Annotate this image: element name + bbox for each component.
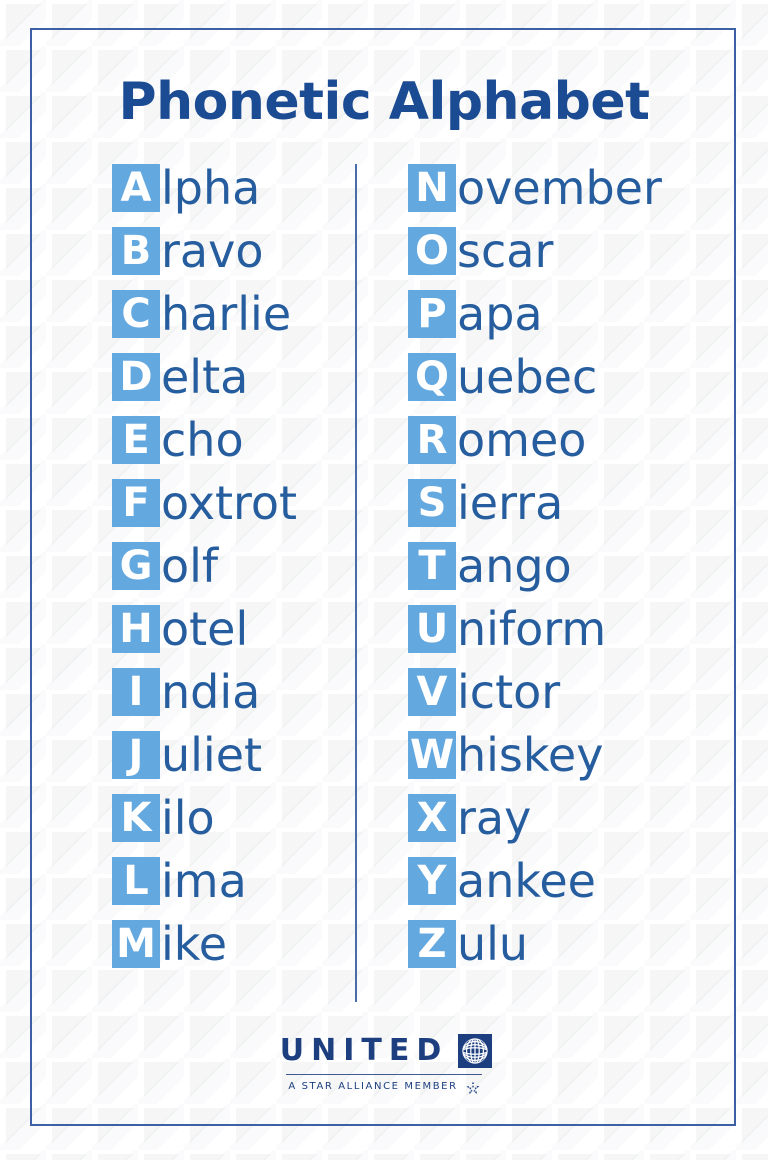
letter-badge-i: I [112, 668, 160, 716]
code-word-remainder: harlie [161, 287, 292, 341]
alphabet-row: Victor [408, 668, 662, 731]
alphabet-row: Echo [112, 416, 297, 479]
letter-badge-k: K [112, 794, 160, 842]
letter-badge-u: U [408, 605, 456, 653]
alphabet-row: Yankee [408, 857, 662, 920]
code-word-remainder: otel [161, 602, 249, 656]
letter-badge-y: Y [408, 857, 456, 905]
page-title: Phonetic Alphabet [118, 72, 651, 132]
star-alliance-tagline: A STAR ALLIANCE MEMBER [288, 1080, 480, 1094]
alphabet-column-right: November Oscar Papa Quebec Romeo Sierra Tango U… [408, 164, 662, 983]
letter-badge-o: O [408, 227, 456, 275]
code-word-remainder: ima [161, 854, 247, 908]
code-word-remainder: elta [161, 350, 249, 404]
code-word-remainder: lpha [161, 161, 261, 215]
letter-badge-m: M [112, 920, 160, 968]
letter-badge-g: G [112, 542, 160, 590]
alphabet-row: Xray [408, 794, 662, 857]
letter-badge-j: J [112, 731, 160, 779]
code-word-remainder: ango [457, 539, 572, 593]
code-word-remainder: ankee [457, 854, 596, 908]
united-wordmark: UNITED [279, 1033, 449, 1068]
code-word-remainder: hiskey [457, 728, 604, 782]
alphabet-row: Mike [112, 920, 297, 983]
letter-badge-n: N [408, 164, 456, 212]
alphabet-columns: Alpha Bravo Charlie Delta Echo Foxtrot Golf Hot… [0, 164, 768, 1004]
alphabet-row: Papa [408, 290, 662, 353]
alphabet-row: Uniform [408, 605, 662, 668]
letter-badge-x: X [408, 794, 456, 842]
alphabet-row: India [112, 668, 297, 731]
code-word-remainder: ovember [457, 161, 662, 215]
alphabet-row: Sierra [408, 479, 662, 542]
code-word-remainder: uliet [161, 728, 263, 782]
letter-badge-h: H [112, 605, 160, 653]
alphabet-row: November [408, 164, 662, 227]
letter-badge-v: V [408, 668, 456, 716]
code-word-remainder: ictor [457, 665, 561, 719]
united-globe-icon [458, 1034, 493, 1068]
letter-badge-a: A [112, 164, 160, 212]
alphabet-row: Oscar [408, 227, 662, 290]
code-word-remainder: ilo [161, 791, 215, 845]
code-word-remainder: apa [457, 287, 543, 341]
code-word-remainder: ravo [161, 224, 264, 278]
alphabet-row: Quebec [408, 353, 662, 416]
letter-badge-b: B [112, 227, 160, 275]
letter-badge-s: S [408, 479, 456, 527]
alphabet-row: Golf [112, 542, 297, 605]
alphabet-row: Whiskey [408, 731, 662, 794]
letter-badge-t: T [408, 542, 456, 590]
code-word-remainder: oxtrot [161, 476, 298, 530]
alphabet-row: Kilo [112, 794, 297, 857]
tagline-text: A STAR ALLIANCE MEMBER [288, 1081, 458, 1092]
alphabet-row: Juliet [112, 731, 297, 794]
code-word-remainder: niform [457, 602, 607, 656]
code-word-remainder: ray [457, 791, 532, 845]
letter-badge-p: P [408, 290, 456, 338]
code-word-remainder: ulu [457, 917, 529, 971]
code-word-remainder: ndia [161, 665, 261, 719]
letter-badge-e: E [112, 416, 160, 464]
letter-badge-c: C [112, 290, 160, 338]
star-alliance-icon [466, 1080, 480, 1094]
code-word-remainder: omeo [457, 413, 587, 467]
code-word-remainder: ierra [457, 476, 564, 530]
letter-badge-l: L [112, 857, 160, 905]
united-logo-main: UNITED [276, 1034, 493, 1068]
alphabet-row: Hotel [112, 605, 297, 668]
alphabet-row: Tango [408, 542, 662, 605]
letter-badge-q: Q [408, 353, 456, 401]
letter-badge-w: W [408, 731, 456, 779]
letter-badge-z: Z [408, 920, 456, 968]
letter-badge-d: D [112, 353, 160, 401]
letter-badge-f: F [112, 479, 160, 527]
alphabet-row: Romeo [408, 416, 662, 479]
alphabet-column-left: Alpha Bravo Charlie Delta Echo Foxtrot Golf Hot… [112, 164, 297, 983]
code-word-remainder: ike [161, 917, 228, 971]
alphabet-row: Charlie [112, 290, 297, 353]
code-word-remainder: scar [457, 224, 554, 278]
letter-badge-r: R [408, 416, 456, 464]
code-word-remainder: uebec [457, 350, 598, 404]
alphabet-row: Foxtrot [112, 479, 297, 542]
logo-divider-rule [286, 1074, 482, 1075]
alphabet-row: Delta [112, 353, 297, 416]
alphabet-row: Bravo [112, 227, 297, 290]
alphabet-row: Lima [112, 857, 297, 920]
code-word-remainder: olf [161, 539, 219, 593]
united-logo: UNITED A STAR ALLIANCE MEMBER [0, 1034, 768, 1094]
phonetic-alphabet-poster: Phonetic Alphabet Alpha Bravo Charlie Delta… [0, 0, 768, 1160]
alphabet-row: Alpha [112, 164, 297, 227]
code-word-remainder: cho [161, 413, 244, 467]
alphabet-row: Zulu [408, 920, 662, 983]
